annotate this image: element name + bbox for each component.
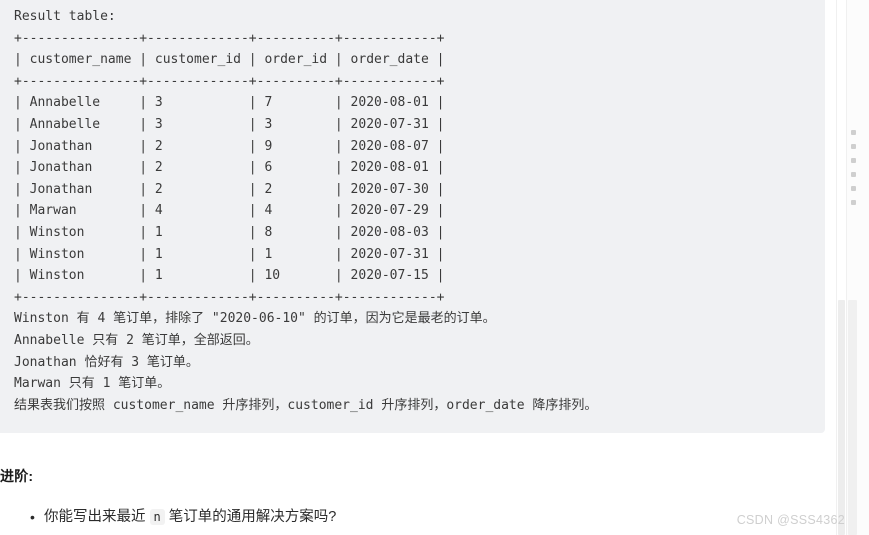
scrollbar-marker[interactable] xyxy=(851,144,856,149)
advanced-section-heading: 进阶: xyxy=(0,468,34,484)
table-separator-mid: +---------------+-------------+---------… xyxy=(14,73,445,89)
table-row: | Jonathan | 2 | 6 | 2020-08-01 | xyxy=(14,160,445,176)
page-scrollbar-thumb[interactable] xyxy=(838,300,845,535)
explanation-line: Marwan 只有 1 笔订单。 xyxy=(14,376,171,392)
table-row: | Jonathan | 2 | 9 | 2020-08-07 | xyxy=(14,138,445,154)
scrollbar-marker[interactable] xyxy=(851,186,856,191)
table-row: | Winston | 1 | 8 | 2020-08-03 | xyxy=(14,224,445,240)
explanation-line: 结果表我们按照 customer_name 升序排列，customer_id 升… xyxy=(14,397,598,413)
table-row: | Marwan | 4 | 4 | 2020-07-29 | xyxy=(14,203,445,219)
scrollbar-marker[interactable] xyxy=(851,130,856,135)
list-item-text-prefix: 你能写出来最近 xyxy=(44,509,150,525)
window-scrollbar-thumb[interactable] xyxy=(848,300,857,535)
explanation-line: Annabelle 只有 2 笔订单，全部返回。 xyxy=(14,332,259,348)
right-margin-gap xyxy=(826,0,836,535)
list-item: • 你能写出来最近 n 笔订单的通用解决方案吗? xyxy=(30,505,337,529)
table-separator-top: +---------------+-------------+---------… xyxy=(14,30,445,46)
code-line-intro: Result table: xyxy=(14,9,116,24)
bullet-icon: • xyxy=(30,509,35,525)
table-row: | Annabelle | 3 | 3 | 2020-07-31 | xyxy=(14,116,445,132)
scrollbar-marker[interactable] xyxy=(851,200,856,205)
csdn-watermark: CSDN @SSS4362 xyxy=(736,513,845,527)
advanced-list: • 你能写出来最近 n 笔订单的通用解决方案吗? xyxy=(0,505,336,529)
code-block[interactable]: Result table: +---------------+----------… xyxy=(0,0,825,433)
explanation-line: Winston 有 4 笔订单，排除了 "2020-06-10" 的订单，因为它… xyxy=(14,311,496,327)
page-root: Result table: +---------------+----------… xyxy=(0,0,869,535)
table-row: | Winston | 1 | 1 | 2020-07-31 | xyxy=(14,246,445,262)
table-row: | Annabelle | 3 | 7 | 2020-08-01 | xyxy=(14,95,445,111)
explanation-line: Jonathan 恰好有 3 笔订单。 xyxy=(14,354,199,370)
table-separator-bottom: +---------------+-------------+---------… xyxy=(14,289,445,305)
table-row: | Winston | 1 | 10 | 2020-07-15 | xyxy=(14,268,445,284)
code-block-content: Result table: +---------------+----------… xyxy=(14,6,825,416)
table-row: | Jonathan | 2 | 2 | 2020-07-30 | xyxy=(14,181,445,197)
table-header-row: | customer_name | customer_id | order_id… xyxy=(14,52,445,68)
scrollbar-marker[interactable] xyxy=(851,172,856,177)
article-body: Result table: +---------------+----------… xyxy=(0,0,826,535)
inline-code-n: n xyxy=(149,509,165,525)
list-item-text-suffix: 笔订单的通用解决方案吗? xyxy=(164,509,337,525)
scrollbar-marker-group xyxy=(851,130,859,214)
scrollbar-marker[interactable] xyxy=(851,158,856,163)
